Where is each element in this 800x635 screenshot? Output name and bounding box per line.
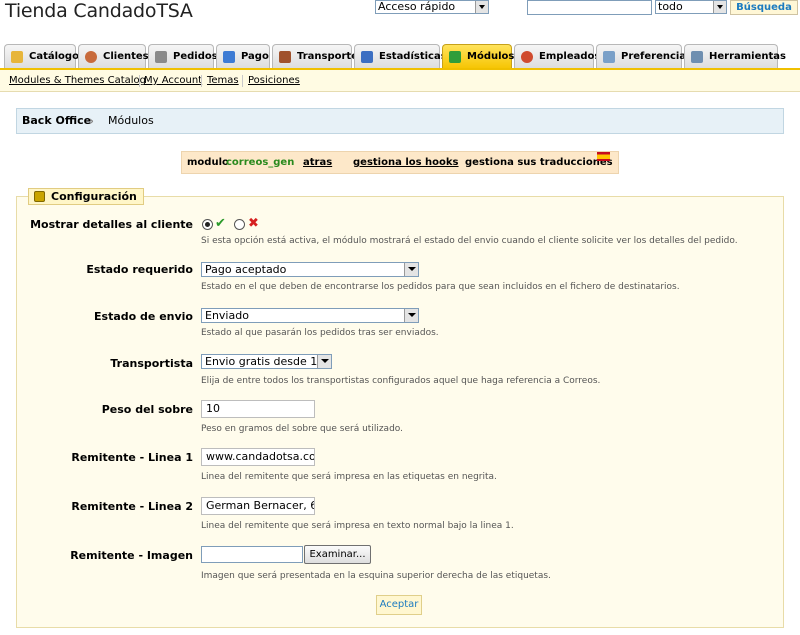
sender-image-file-input[interactable] bbox=[201, 546, 303, 563]
chevron-down-icon bbox=[713, 1, 726, 13]
check-icon: ✔ bbox=[215, 216, 226, 231]
subtab-modules-themes-catalog[interactable]: Modules & Themes Catalog bbox=[9, 75, 146, 86]
user-icon bbox=[85, 51, 97, 63]
submit-button[interactable]: Aceptar bbox=[376, 595, 422, 615]
chevron-right-icon: › bbox=[89, 114, 94, 128]
subtab-divider bbox=[139, 75, 140, 87]
search-input[interactable] bbox=[527, 0, 652, 15]
tab-herramientas[interactable]: Herramientas bbox=[684, 44, 786, 69]
tab-modulos[interactable]: Módulos bbox=[442, 44, 515, 69]
shipping-state-value: Enviado bbox=[205, 309, 249, 322]
tab-label: Empleados bbox=[539, 51, 601, 62]
truck-icon bbox=[279, 51, 291, 63]
browse-button[interactable]: Examinar... bbox=[304, 545, 371, 564]
tab-label: Pedidos bbox=[173, 51, 218, 62]
tab-label: Clientes bbox=[103, 51, 149, 62]
carrier-value: Envio gratis desde 10€ bbox=[205, 355, 332, 368]
required-state-label: Estado requerido bbox=[86, 263, 193, 276]
show-details-no-radio[interactable] bbox=[234, 219, 245, 230]
folder-icon bbox=[11, 51, 23, 63]
required-state-hint: Estado en el que deben de encontrarse lo… bbox=[201, 282, 680, 292]
sender-line1-hint: Linea del remitente que será impresa en … bbox=[201, 472, 497, 482]
show-details-hint: Si esta opción está activa, el módulo mo… bbox=[201, 236, 738, 246]
config-icon bbox=[34, 191, 45, 202]
configuration-legend: Configuración bbox=[28, 188, 144, 205]
shipping-state-hint: Estado al que pasarán los pedidos tras s… bbox=[201, 328, 439, 338]
subtab-bar: Modules & Themes Catalog My Account Tema… bbox=[0, 70, 800, 92]
subtab-temas[interactable]: Temas bbox=[207, 75, 239, 86]
search-scope-select[interactable]: todo bbox=[655, 0, 727, 14]
tab-label: Transporte bbox=[297, 51, 358, 62]
sender-line2-input[interactable]: German Bernacer, 69 0 bbox=[201, 497, 315, 515]
search-button[interactable]: Búsqueda bbox=[730, 0, 798, 15]
tab-clientes[interactable]: Clientes bbox=[78, 44, 149, 69]
tab-pago[interactable]: Pago bbox=[216, 44, 270, 69]
carrier-label: Transportista bbox=[110, 357, 193, 370]
carrier-select[interactable]: Envio gratis desde 10€ bbox=[201, 354, 332, 369]
tab-label: Pago bbox=[241, 51, 269, 62]
search-scope-value: todo bbox=[658, 0, 683, 13]
tab-label: Módulos bbox=[467, 51, 515, 62]
shipping-state-label: Estado de envio bbox=[94, 310, 193, 323]
manage-hooks-link[interactable]: gestiona los hooks bbox=[353, 152, 459, 173]
quick-access-value: Acceso rápido bbox=[378, 0, 456, 13]
tab-preferencias[interactable]: Preferencias bbox=[596, 44, 692, 69]
tab-label: Estadísticas bbox=[379, 51, 447, 62]
envelope-weight-input[interactable]: 10 bbox=[201, 400, 315, 418]
main-tabs: Catálogo Clientes Pedidos Pago Transport… bbox=[4, 44, 796, 69]
tab-empleados[interactable]: Empleados bbox=[514, 44, 600, 69]
subtab-divider bbox=[242, 75, 243, 87]
carrier-hint: Elija de entre todos los transportistas … bbox=[201, 376, 601, 386]
subtab-posiciones[interactable]: Posiciones bbox=[248, 75, 300, 86]
sender-line1-input[interactable]: www.candadotsa.com bbox=[201, 448, 315, 466]
employee-icon bbox=[521, 51, 533, 63]
sender-line2-label: Remitente - Linea 2 bbox=[71, 500, 193, 513]
manage-translations-link[interactable]: gestiona sus traducciones bbox=[465, 152, 613, 173]
tab-pedidos[interactable]: Pedidos bbox=[148, 44, 218, 69]
show-details-yes-radio[interactable] bbox=[202, 219, 213, 230]
sender-image-label: Remitente - Imagen bbox=[70, 549, 193, 562]
show-details-label: Mostrar detalles al cliente bbox=[30, 218, 193, 231]
envelope-weight-label: Peso del sobre bbox=[101, 403, 193, 416]
tab-label: Preferencias bbox=[621, 51, 693, 62]
sender-image-hint: Imagen que será presentada en la esquina… bbox=[201, 571, 551, 581]
breadcrumb-current: Módulos bbox=[108, 114, 154, 127]
legend-label: Configuración bbox=[51, 190, 137, 203]
module-toolbar: modulo correos_gen atras gestiona los ho… bbox=[181, 151, 619, 174]
shop-title: Tienda CandadoTSA bbox=[5, 0, 193, 22]
quick-access-select[interactable]: Acceso rápido bbox=[375, 0, 489, 14]
module-name: correos_gen bbox=[226, 157, 295, 168]
subtab-divider bbox=[201, 75, 202, 87]
cross-icon: ✖ bbox=[248, 216, 259, 231]
preferences-icon bbox=[603, 51, 615, 63]
chevron-down-icon bbox=[475, 1, 488, 13]
tab-transporte[interactable]: Transporte bbox=[272, 44, 358, 69]
cart-icon bbox=[155, 51, 167, 63]
breadcrumb: Back Office › Módulos bbox=[16, 108, 784, 134]
sender-line1-label: Remitente - Linea 1 bbox=[71, 451, 193, 464]
back-link[interactable]: atras bbox=[303, 152, 332, 173]
tab-label: Herramientas bbox=[709, 51, 786, 62]
chevron-down-icon bbox=[404, 263, 418, 276]
tab-estadisticas[interactable]: Estadísticas bbox=[354, 44, 447, 69]
breadcrumb-home[interactable]: Back Office bbox=[22, 109, 91, 133]
chevron-down-icon bbox=[317, 355, 331, 368]
spain-flag-icon[interactable] bbox=[597, 152, 610, 161]
tab-catalogo[interactable]: Catálogo bbox=[4, 44, 79, 69]
payment-icon bbox=[223, 51, 235, 63]
sender-line2-hint: Linea del remitente que será impresa en … bbox=[201, 521, 514, 531]
subtab-my-account[interactable]: My Account bbox=[144, 75, 202, 86]
puzzle-icon bbox=[449, 51, 461, 63]
wrench-icon bbox=[691, 51, 703, 63]
chevron-down-icon bbox=[404, 309, 418, 322]
module-prefix: modulo bbox=[187, 157, 229, 168]
tab-label: Catálogo bbox=[29, 51, 79, 62]
required-state-value: Pago aceptado bbox=[205, 263, 287, 276]
envelope-weight-hint: Peso en gramos del sobre que será utiliz… bbox=[201, 424, 403, 434]
shipping-state-select[interactable]: Enviado bbox=[201, 308, 419, 323]
required-state-select[interactable]: Pago aceptado bbox=[201, 262, 419, 277]
stats-icon bbox=[361, 51, 373, 63]
